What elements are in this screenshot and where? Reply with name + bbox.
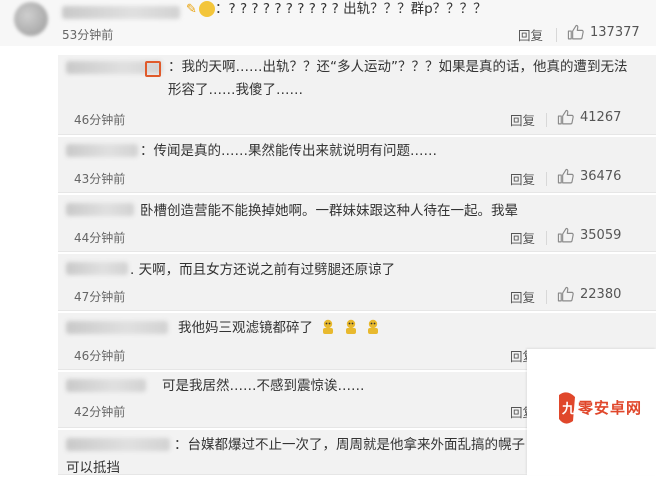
watermark-text: 零安卓网: [578, 399, 643, 417]
pencil-emoji-icon: ✎: [186, 2, 197, 17]
comment-item: ✎ ：? ? ? ? ? ? ? ? ? ? 出轨？？？群p？？？？ 53分钟前…: [0, 0, 656, 46]
reply-button[interactable]: 回复: [510, 228, 535, 247]
comment-item: ：我的天啊……出轨？？还“多人运动”？？？如果是真的话，他真的遭到无法形容了………: [0, 55, 656, 135]
username-blurred[interactable]: [66, 144, 138, 157]
comment-text: 我他妈三观滤镜都碎了: [178, 320, 313, 336]
avatar[interactable]: [14, 2, 48, 36]
emoji-icon: [323, 319, 334, 334]
username-blurred[interactable]: [66, 203, 134, 216]
emoji-icon: [367, 319, 378, 334]
comment-text: ：台媒都爆过不止一次了，周周就是他拿来外面乱搞的幌子可以抵挡: [66, 437, 525, 476]
divider: [546, 113, 547, 127]
face-emoji-icon: [199, 1, 215, 17]
comment-time: 46分钟前: [74, 113, 126, 127]
like-count: 137377: [590, 25, 640, 40]
divider: [556, 28, 557, 42]
comment-text: 可是我居然……不感到震惊诶……: [162, 378, 365, 394]
comment-time: 46分钟前: [74, 349, 126, 363]
thumbs-up-icon: [557, 227, 574, 243]
reply-button[interactable]: 回复: [518, 25, 543, 44]
comment-text: ：我的天啊……出轨？？还“多人运动”？？？如果是真的话，他真的遭到无法形容了………: [168, 59, 628, 98]
username-blurred[interactable]: [66, 262, 128, 275]
comment-time: 44分钟前: [74, 231, 126, 245]
emoji-icon: [345, 319, 356, 334]
like-count: 22380: [580, 287, 622, 302]
username-blurred[interactable]: [66, 379, 146, 392]
comment-text: ：传闻是真的……果然能传出来就说明有问题……: [140, 143, 437, 159]
username-blurred[interactable]: [62, 6, 180, 19]
comment-time: 43分钟前: [74, 172, 126, 186]
badge-icon: [145, 60, 164, 79]
comment-item: ：传闻是真的……果然能传出来就说明有问题…… 43分钟前 回复 36476: [0, 137, 656, 193]
comment-feed: ✎ ：? ? ? ? ? ? ? ? ? ? 出轨？？？群p？？？？ 53分钟前…: [0, 0, 656, 476]
divider: [546, 172, 547, 186]
like-button[interactable]: 41267: [557, 109, 621, 126]
like-button[interactable]: 22380: [557, 286, 621, 303]
username-blurred[interactable]: [66, 321, 168, 334]
like-button[interactable]: 36476: [557, 168, 621, 185]
comment-item: 卧槽创造营能不能换掉她啊。一群妹妹跟这种人待在一起。我晕 44分钟前 回复 35…: [0, 195, 656, 252]
like-count: 35059: [580, 228, 622, 243]
comment-text: ：? ? ? ? ? ? ? ? ? ? 出轨？？？群p？？？？: [215, 1, 487, 17]
comment-time: 47分钟前: [74, 290, 126, 304]
thumbs-up-icon: [557, 168, 574, 184]
comment-text: 卧槽创造营能不能换掉她啊。一群妹妹跟这种人待在一起。我晕: [140, 203, 518, 219]
comment-item: . 天啊，而且女方还说之前有过劈腿还原谅了 47分钟前 回复 22380: [0, 254, 656, 311]
thumbs-up-icon: [567, 24, 584, 40]
like-count: 41267: [580, 110, 622, 125]
comment-time: 42分钟前: [74, 405, 126, 419]
reply-button[interactable]: 回复: [510, 169, 535, 188]
thumbs-up-icon: [557, 286, 574, 302]
comment-text: . 天啊，而且女方还说之前有过劈腿还原谅了: [130, 262, 396, 278]
svg-text:九: 九: [561, 402, 575, 417]
like-button[interactable]: 35059: [557, 227, 621, 244]
watermark-badge: 九 零安卓网: [527, 349, 656, 475]
like-count: 36476: [580, 169, 622, 184]
comment-text-row: 我他妈三观滤镜都碎了: [178, 317, 380, 339]
like-button[interactable]: 137377: [567, 24, 640, 41]
reply-button[interactable]: 回复: [510, 110, 535, 129]
reply-button[interactable]: 回复: [510, 287, 535, 306]
divider: [546, 290, 547, 304]
comment-time: 53分钟前: [62, 28, 114, 42]
thumbs-up-icon: [557, 109, 574, 125]
android-logo-icon: 九: [559, 392, 575, 424]
divider: [546, 231, 547, 245]
